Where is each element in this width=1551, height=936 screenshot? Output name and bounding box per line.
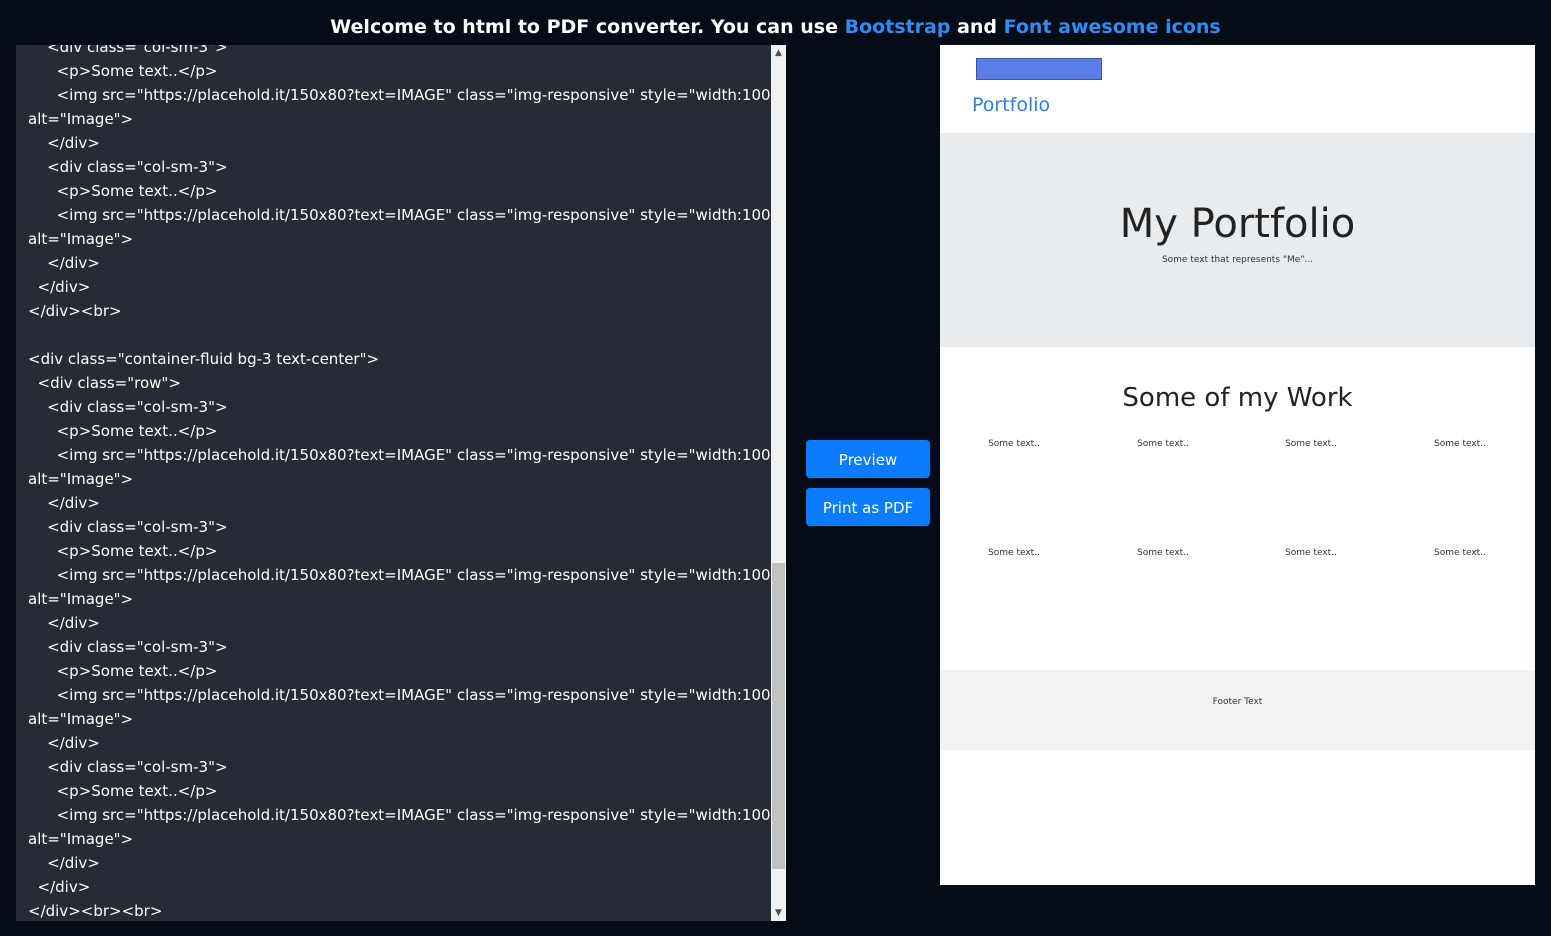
editor-scrollbar[interactable]: ▲ ▼ bbox=[771, 45, 786, 921]
code-line[interactable]: alt="Image"> bbox=[28, 227, 768, 251]
code-content[interactable]: <div class="col-sm-3"> <p>Some text..</p… bbox=[28, 45, 786, 921]
header-text: Welcome to html to PDF converter. You ca… bbox=[330, 16, 845, 38]
code-line[interactable]: <img src="https://placehold.it/150x80?te… bbox=[28, 563, 786, 587]
code-line[interactable]: alt="Image"> bbox=[28, 467, 768, 491]
jumbotron-subtitle: Some text that represents "Me"... bbox=[1161, 255, 1314, 265]
jumbotron-title: My Portfolio bbox=[1119, 201, 1356, 247]
code-line[interactable]: <img src="https://placehold.it/150x80?te… bbox=[28, 803, 786, 827]
code-line[interactable]: <div class="col-sm-3"> bbox=[28, 755, 768, 779]
work-item-text: Some text.. bbox=[988, 439, 1040, 449]
work-item-text: Some text.. bbox=[1285, 548, 1337, 558]
preview-panel: Portfolio My Portfolio Some text that re… bbox=[940, 45, 1535, 885]
preview-footer: Footer Text bbox=[940, 670, 1535, 750]
font-awesome-link[interactable]: Font awesome icons bbox=[1004, 16, 1221, 38]
portfolio-nav-link[interactable]: Portfolio bbox=[972, 94, 1050, 116]
code-line[interactable]: <div class="col-sm-3"> bbox=[28, 395, 768, 419]
preview-button[interactable]: Preview bbox=[806, 440, 930, 478]
work-item-text: Some text.. bbox=[1434, 548, 1486, 558]
code-line[interactable]: alt="Image"> bbox=[28, 107, 768, 131]
header-and-text: and bbox=[950, 16, 1004, 38]
code-line[interactable]: </div> bbox=[28, 251, 768, 275]
code-line[interactable] bbox=[28, 323, 768, 347]
work-item-text: Some text.. bbox=[1285, 439, 1337, 449]
code-line[interactable]: <p>Some text..</p> bbox=[28, 59, 768, 83]
code-line[interactable]: </div> bbox=[28, 851, 768, 875]
work-item-text: Some text.. bbox=[1137, 439, 1189, 449]
code-line[interactable]: alt="Image"> bbox=[28, 707, 768, 731]
code-line[interactable]: <div class="row"> bbox=[28, 371, 768, 395]
work-section-title: Some of my Work bbox=[1122, 383, 1353, 413]
scroll-down-icon[interactable]: ▼ bbox=[771, 905, 786, 921]
code-line[interactable]: </div> bbox=[28, 731, 768, 755]
code-line[interactable]: </div> bbox=[28, 875, 768, 899]
code-line[interactable]: <p>Some text..</p> bbox=[28, 539, 768, 563]
code-line[interactable]: <div class="col-sm-3"> bbox=[28, 515, 768, 539]
bootstrap-link[interactable]: Bootstrap bbox=[845, 16, 951, 38]
code-line[interactable]: <p>Some text..</p> bbox=[28, 779, 768, 803]
code-line[interactable]: <div class="col-sm-3"> bbox=[28, 45, 768, 59]
jumbotron: My Portfolio Some text that represents "… bbox=[940, 133, 1535, 347]
code-line[interactable]: <p>Some text..</p> bbox=[28, 179, 768, 203]
code-line[interactable]: </div><br><br> bbox=[28, 899, 768, 921]
work-item-text: Some text.. bbox=[1434, 439, 1486, 449]
code-line[interactable]: <p>Some text..</p> bbox=[28, 659, 768, 683]
code-line[interactable]: </div> bbox=[28, 491, 768, 515]
code-line[interactable]: <img src="https://placehold.it/150x80?te… bbox=[28, 203, 786, 227]
code-line[interactable]: <div class="container-fluid bg-3 text-ce… bbox=[28, 347, 768, 371]
code-line[interactable]: <img src="https://placehold.it/150x80?te… bbox=[28, 443, 786, 467]
code-line[interactable]: </div> bbox=[28, 611, 768, 635]
code-line[interactable]: </div> bbox=[28, 131, 768, 155]
code-line[interactable]: </div> bbox=[28, 275, 768, 299]
scroll-thumb[interactable] bbox=[772, 563, 785, 869]
code-line[interactable]: alt="Image"> bbox=[28, 827, 768, 851]
page-header: Welcome to html to PDF converter. You ca… bbox=[0, 12, 1551, 42]
code-line[interactable]: alt="Image"> bbox=[28, 587, 768, 611]
footer-text: Footer Text bbox=[1212, 697, 1263, 707]
code-line[interactable]: <div class="col-sm-3"> bbox=[28, 635, 768, 659]
code-editor[interactable]: <div class="col-sm-3"> <p>Some text..</p… bbox=[16, 45, 786, 921]
print-pdf-button[interactable]: Print as PDF bbox=[806, 488, 930, 526]
navbar-brand-image[interactable] bbox=[976, 58, 1102, 80]
code-line[interactable]: <img src="https://placehold.it/150x80?te… bbox=[28, 83, 786, 107]
code-line[interactable]: <p>Some text..</p> bbox=[28, 419, 768, 443]
scroll-up-icon[interactable]: ▲ bbox=[771, 45, 786, 61]
code-line[interactable]: </div><br> bbox=[28, 299, 768, 323]
code-line[interactable]: <div class="col-sm-3"> bbox=[28, 155, 768, 179]
code-line[interactable]: <img src="https://placehold.it/150x80?te… bbox=[28, 683, 786, 707]
work-item-text: Some text.. bbox=[988, 548, 1040, 558]
work-item-text: Some text.. bbox=[1137, 548, 1189, 558]
